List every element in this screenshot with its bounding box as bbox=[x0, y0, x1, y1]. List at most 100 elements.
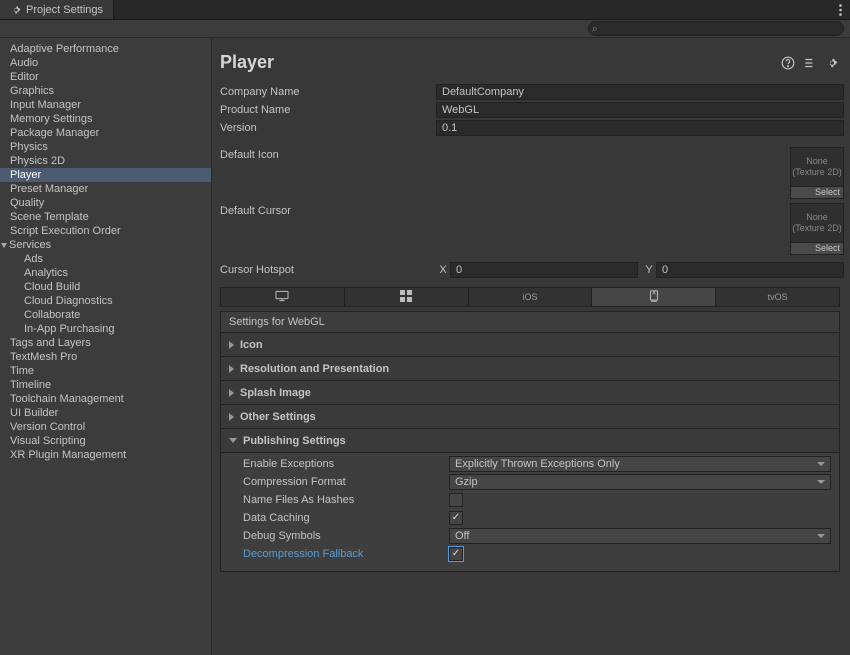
company-name-input[interactable] bbox=[436, 84, 844, 100]
standalone-icon bbox=[274, 290, 290, 304]
sidebar-item-adaptive-performance[interactable]: Adaptive Performance bbox=[0, 42, 211, 56]
sidebar-item-preset-manager[interactable]: Preset Manager bbox=[0, 182, 211, 196]
product-name-input[interactable] bbox=[436, 102, 844, 118]
default-cursor-slot[interactable]: None (Texture 2D) bbox=[790, 203, 844, 243]
platform-tab-tvos[interactable]: tvOS bbox=[715, 287, 840, 307]
sidebar-item-label: Quality bbox=[10, 197, 44, 209]
settings-gear-icon[interactable] bbox=[824, 55, 840, 71]
sidebar-item-physics-2d[interactable]: Physics 2D bbox=[0, 154, 211, 168]
window-menu-button[interactable] bbox=[830, 0, 850, 20]
foldout-other-settings[interactable]: Other Settings bbox=[221, 404, 839, 428]
version-input[interactable] bbox=[436, 120, 844, 136]
sidebar-item-label: XR Plugin Management bbox=[10, 449, 126, 461]
platform-settings-box: Settings for WebGL IconResolution and Pr… bbox=[220, 311, 840, 572]
sidebar-item-quality[interactable]: Quality bbox=[0, 196, 211, 210]
default-cursor-label: Default Cursor bbox=[220, 203, 436, 255]
chevron-right-icon bbox=[229, 365, 234, 373]
sidebar-item-textmesh-pro[interactable]: TextMesh Pro bbox=[0, 350, 211, 364]
chevron-down-icon bbox=[229, 438, 237, 443]
sidebar-item-label: In-App Purchasing bbox=[24, 323, 115, 335]
webgl-icon bbox=[647, 289, 661, 305]
chevron-right-icon bbox=[229, 413, 234, 421]
platform-tab-standalone[interactable] bbox=[220, 287, 344, 307]
sidebar-item-ui-builder[interactable]: UI Builder bbox=[0, 406, 211, 420]
sidebar-item-time[interactable]: Time bbox=[0, 364, 211, 378]
sidebar-item-input-manager[interactable]: Input Manager bbox=[0, 98, 211, 112]
default-icon-label: Default Icon bbox=[220, 147, 436, 199]
sidebar-item-label: Cloud Diagnostics bbox=[24, 295, 113, 307]
sidebar-item-toolchain-management[interactable]: Toolchain Management bbox=[0, 392, 211, 406]
sidebar-item-physics[interactable]: Physics bbox=[0, 140, 211, 154]
window-tab[interactable]: Project Settings bbox=[0, 0, 114, 19]
sidebar-item-tags-and-layers[interactable]: Tags and Layers bbox=[0, 336, 211, 350]
foldout-icon[interactable]: Icon bbox=[221, 332, 839, 356]
sidebar-item-analytics[interactable]: Analytics bbox=[0, 266, 211, 280]
content: Player Company Name bbox=[212, 38, 850, 655]
search-input[interactable] bbox=[588, 21, 844, 36]
setting-label: Enable Exceptions bbox=[243, 458, 449, 470]
sidebar-item-label: Analytics bbox=[24, 267, 68, 279]
sidebar-item-label: Toolchain Management bbox=[10, 393, 124, 405]
foldout-splash-image[interactable]: Splash Image bbox=[221, 380, 839, 404]
sidebar-item-in-app-purchasing[interactable]: In-App Purchasing bbox=[0, 322, 211, 336]
sidebar-item-player[interactable]: Player bbox=[0, 168, 211, 182]
sidebar-item-label: Collaborate bbox=[24, 309, 80, 321]
sidebar-item-script-execution-order[interactable]: Script Execution Order bbox=[0, 224, 211, 238]
sidebar-item-label: Physics 2D bbox=[10, 155, 65, 167]
cursor-hotspot-label: Cursor Hotspot bbox=[220, 264, 436, 276]
platform-tab-label: tvOS bbox=[768, 292, 788, 302]
sidebar-item-package-manager[interactable]: Package Manager bbox=[0, 126, 211, 140]
help-icon[interactable] bbox=[780, 55, 796, 71]
sidebar-item-cloud-diagnostics[interactable]: Cloud Diagnostics bbox=[0, 294, 211, 308]
name-files-as-hashes-checkbox[interactable] bbox=[449, 493, 463, 507]
default-icon-slot[interactable]: None (Texture 2D) bbox=[790, 147, 844, 187]
foldout-label: Publishing Settings bbox=[243, 435, 346, 447]
sidebar-item-ads[interactable]: Ads bbox=[0, 252, 211, 266]
publishing-settings-body: Enable Exceptions Explicitly Thrown Excep… bbox=[221, 452, 839, 571]
sidebar-item-collaborate[interactable]: Collaborate bbox=[0, 308, 211, 322]
cursor-hotspot-x-input[interactable] bbox=[450, 262, 638, 278]
window-title: Project Settings bbox=[26, 4, 103, 16]
settings-for-platform-label: Settings for WebGL bbox=[221, 312, 839, 332]
page-title: Player bbox=[220, 52, 780, 73]
platform-tab-webgl[interactable] bbox=[591, 287, 715, 307]
sidebar-item-scene-template[interactable]: Scene Template bbox=[0, 210, 211, 224]
sidebar-item-services[interactable]: Services bbox=[0, 238, 211, 252]
sidebar-item-memory-settings[interactable]: Memory Settings bbox=[0, 112, 211, 126]
platform-tab-uwp[interactable] bbox=[344, 287, 468, 307]
sidebar-item-xr-plugin-management[interactable]: XR Plugin Management bbox=[0, 448, 211, 462]
setting-label: Data Caching bbox=[243, 512, 449, 524]
cursor-hotspot-y-input[interactable] bbox=[656, 262, 844, 278]
setting-row-decompression-fallback: Decompression Fallback bbox=[221, 545, 839, 563]
sidebar-item-label: Physics bbox=[10, 141, 48, 153]
sidebar-item-graphics[interactable]: Graphics bbox=[0, 84, 211, 98]
sidebar-item-audio[interactable]: Audio bbox=[0, 56, 211, 70]
foldout-publishing-settings[interactable]: Publishing Settings bbox=[221, 428, 839, 452]
sidebar-item-label: Memory Settings bbox=[10, 113, 93, 125]
default-cursor-select-button[interactable]: Select bbox=[790, 243, 844, 255]
compression-format-dropdown[interactable]: Gzip bbox=[449, 474, 831, 490]
sidebar-item-visual-scripting[interactable]: Visual Scripting bbox=[0, 434, 211, 448]
sidebar-item-editor[interactable]: Editor bbox=[0, 70, 211, 84]
sidebar-item-label: Graphics bbox=[10, 85, 54, 97]
enable-exceptions-dropdown[interactable]: Explicitly Thrown Exceptions Only bbox=[449, 456, 831, 472]
setting-row-name-files-as-hashes: Name Files As Hashes bbox=[221, 491, 839, 509]
version-label: Version bbox=[220, 122, 436, 134]
sidebar-item-label: Script Execution Order bbox=[10, 225, 121, 237]
sidebar-item-label: Adaptive Performance bbox=[10, 43, 119, 55]
preset-icon[interactable] bbox=[802, 55, 818, 71]
chevron-down-icon bbox=[1, 243, 7, 248]
sidebar: Adaptive PerformanceAudioEditorGraphicsI… bbox=[0, 38, 212, 655]
sidebar-item-timeline[interactable]: Timeline bbox=[0, 378, 211, 392]
dropdown-value: Explicitly Thrown Exceptions Only bbox=[455, 458, 620, 470]
debug-symbols-dropdown[interactable]: Off bbox=[449, 528, 831, 544]
platform-tab-ios[interactable]: iOS bbox=[468, 287, 592, 307]
chevron-right-icon bbox=[229, 341, 234, 349]
foldout-resolution-and-presentation[interactable]: Resolution and Presentation bbox=[221, 356, 839, 380]
default-icon-select-button[interactable]: Select bbox=[790, 187, 844, 199]
x-label: X bbox=[436, 264, 450, 276]
decompression-fallback-checkbox[interactable] bbox=[449, 547, 463, 561]
data-caching-checkbox[interactable] bbox=[449, 511, 463, 525]
sidebar-item-version-control[interactable]: Version Control bbox=[0, 420, 211, 434]
sidebar-item-cloud-build[interactable]: Cloud Build bbox=[0, 280, 211, 294]
